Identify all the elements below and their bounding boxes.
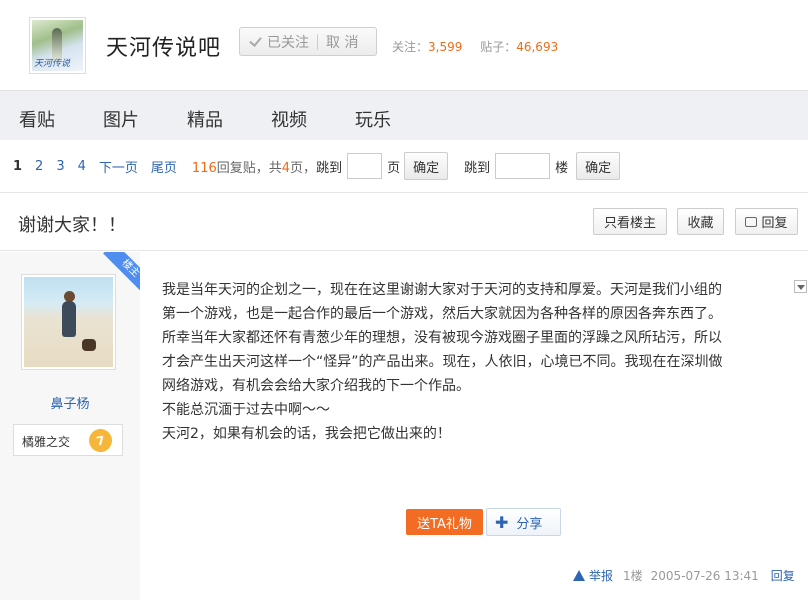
- posts-count: 46,693: [516, 40, 559, 54]
- post-item: 楼主 鼻子杨 橘雅之交 7 我是当年天河的企划之一，现在在这里谢谢大家对于天河的…: [0, 252, 808, 600]
- favorite-button[interactable]: 收藏: [677, 208, 724, 235]
- only-op-button[interactable]: 只看楼主: [593, 208, 667, 235]
- post-reply-link[interactable]: 回复: [771, 567, 795, 584]
- forum-avatar-caption: 天河传说: [34, 59, 71, 69]
- post-line: 天河2，如果有机会的话，我会把它做出来的！: [162, 426, 451, 442]
- page-link[interactable]: 3: [56, 159, 64, 174]
- reply-button-label: 回复: [761, 216, 788, 231]
- post-line: 不能总沉湎于过去中啊～～: [162, 402, 330, 418]
- post-content: 我是当年天河的企划之一，现在在这里谢谢大家对于天河的支持和厚爱。天河是我们小组的…: [162, 278, 786, 446]
- share-icon: ✚: [495, 512, 509, 532]
- tab-images[interactable]: 图片: [103, 106, 139, 132]
- unfollow-button[interactable]: 取 消: [326, 32, 358, 52]
- thread-title: 谢谢大家！！: [18, 215, 126, 236]
- thread-header: 谢谢大家！！ 只看楼主 收藏 回复: [0, 192, 808, 251]
- page-jump-button[interactable]: 确定: [404, 152, 449, 180]
- post-line: 第一个游戏，也是一起合作的最后一个游戏，然后大家就因为各种各样的原因各奔东西了。: [162, 306, 722, 322]
- tab-videos[interactable]: 视频: [271, 106, 307, 132]
- check-icon: [249, 35, 263, 49]
- next-page-link[interactable]: 下一页: [99, 157, 138, 176]
- report-label: 举报: [589, 569, 614, 583]
- total-pages-suffix: 页，: [290, 160, 317, 176]
- warning-icon: [573, 570, 585, 581]
- reply-text: 回复贴，共: [216, 160, 282, 176]
- page-unit: 页: [387, 160, 401, 176]
- posts-label: 贴子：: [480, 40, 517, 54]
- send-gift-button[interactable]: 送TA礼物: [406, 509, 483, 535]
- followers-count: 3,599: [428, 40, 463, 54]
- tab-featured[interactable]: 精品: [187, 106, 223, 132]
- post-timestamp: 2005-07-26 13:41: [650, 568, 759, 583]
- post-menu-icon[interactable]: [794, 280, 807, 293]
- total-pages: 4: [281, 160, 291, 176]
- followers-label: 关注：: [392, 40, 429, 54]
- report-link[interactable]: 举报: [573, 567, 613, 584]
- floor-jump-button[interactable]: 确定: [576, 152, 621, 180]
- jump-label: 跳到: [316, 160, 343, 176]
- tab-play[interactable]: 玩乐: [355, 106, 391, 132]
- forum-title[interactable]: 天河传说吧: [106, 30, 221, 62]
- follow-control: 已关注 取 消: [239, 27, 377, 56]
- author-panel: 楼主 鼻子杨 橘雅之交 7: [0, 252, 140, 600]
- reply-button[interactable]: 回复: [735, 208, 798, 235]
- share-button[interactable]: ✚ 分享: [486, 508, 561, 536]
- divider: [317, 33, 318, 50]
- followed-label: 已关注: [267, 34, 309, 51]
- floor-jump-label: 跳到: [464, 160, 491, 176]
- forum-avatar-image: 天河传说: [32, 20, 83, 71]
- reply-summary: 116回复贴，共4页，: [192, 157, 316, 176]
- floor-jump-input[interactable]: [495, 153, 551, 179]
- page-jump-input[interactable]: [347, 153, 383, 179]
- post-line: 才会产生出天河这样一个“怪异”的产品出来。现在，人依旧，心境已不同。我现在在深圳…: [162, 354, 723, 370]
- page-link[interactable]: 2: [35, 159, 43, 174]
- last-page-link[interactable]: 尾页: [151, 157, 177, 176]
- comment-icon: [745, 216, 758, 227]
- pagination: 1 2 3 4 下一页 尾页 116回复贴，共4页， 跳到 页 确定 跳到 楼 …: [0, 140, 808, 192]
- share-label: 分享: [516, 516, 543, 532]
- forum-nav: 看贴 图片 精品 视频 玩乐: [0, 90, 808, 140]
- post-footer: 举报 1楼 2005-07-26 13:41 回复: [573, 567, 795, 584]
- floor-number: 1楼: [623, 569, 643, 583]
- member-badge[interactable]: 橘雅之交 7: [13, 424, 123, 456]
- forum-avatar[interactable]: 天河传说: [29, 17, 86, 74]
- badge-label: 橘雅之交: [22, 435, 71, 449]
- post-line: 我是当年天河的企划之一，现在在这里谢谢大家对于天河的支持和厚爱。天河是我们小组的: [162, 282, 722, 298]
- floor-unit: 楼: [555, 160, 569, 176]
- avatar[interactable]: [21, 274, 116, 370]
- forum-stats: 关注：3,599 贴子：46,693: [392, 38, 572, 55]
- page-link[interactable]: 4: [78, 159, 86, 174]
- post-line: 网络游戏，有机会会给大家介绍我的下一个作品。: [162, 378, 470, 394]
- reply-count: 116: [191, 160, 217, 176]
- forum-header: 天河传说 天河传说吧 已关注 取 消 关注：3,599 贴子：46,693: [0, 0, 808, 90]
- level-icon: 7: [87, 427, 114, 454]
- avatar-image: [24, 277, 113, 367]
- post-line: 所幸当年大家都还怀有青葱少年的理想，没有被现今游戏圈子里面的浮躁之风所玷污，所以: [162, 330, 722, 346]
- tab-posts[interactable]: 看贴: [19, 106, 55, 132]
- page-link-current: 1: [13, 158, 23, 174]
- author-name[interactable]: 鼻子杨: [0, 393, 140, 412]
